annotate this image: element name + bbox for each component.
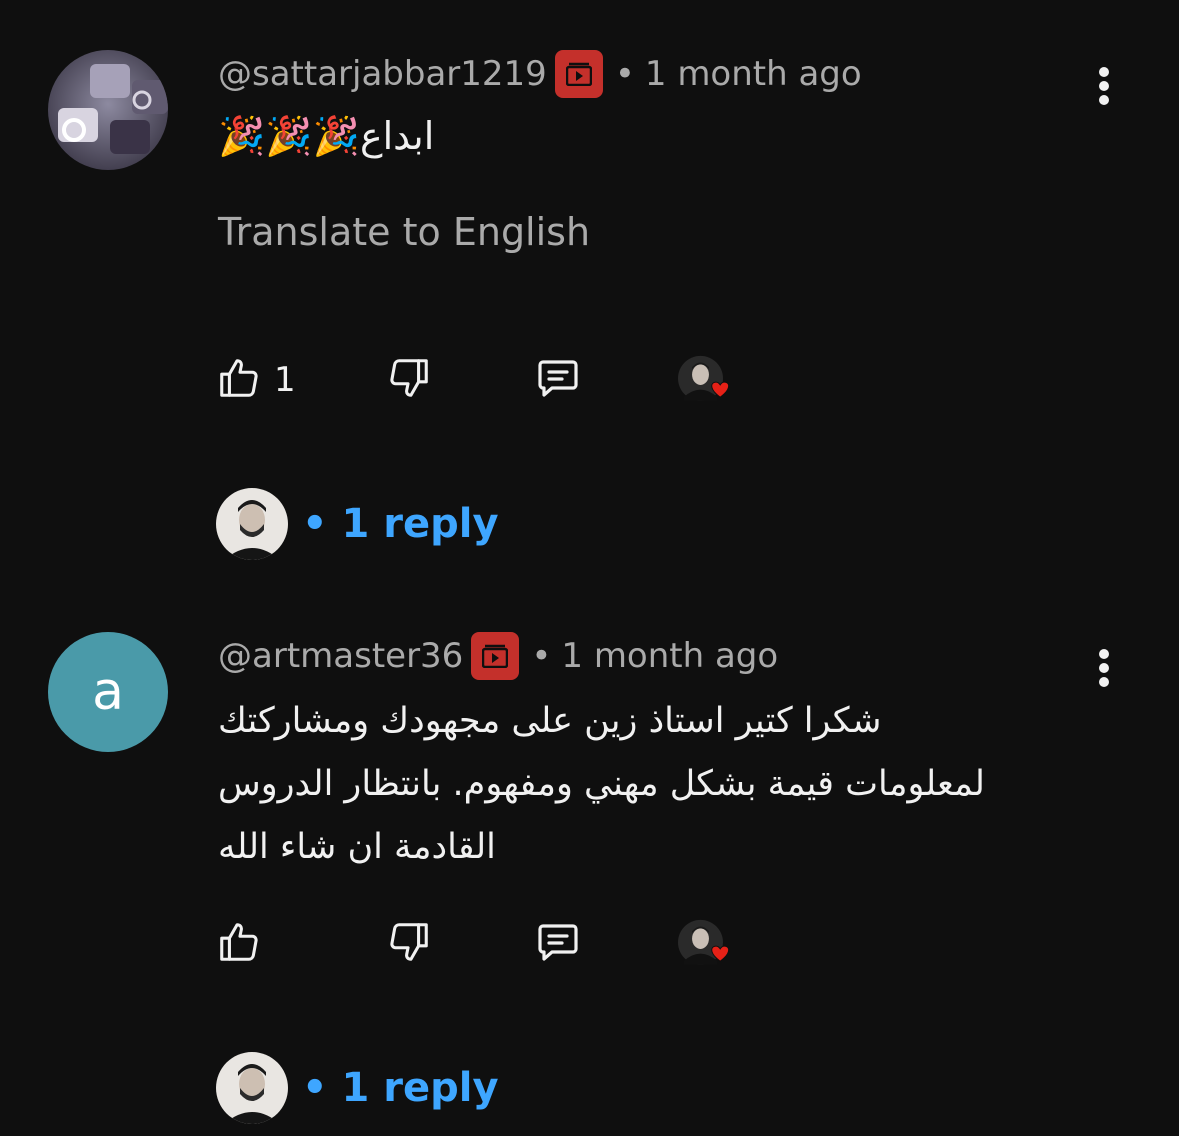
commenter-handle[interactable]: @sattarjabbar1219 <box>218 54 547 94</box>
comment-header: @sattarjabbar1219 • 1 month ago <box>218 50 862 98</box>
more-options-icon[interactable] <box>1088 644 1120 692</box>
comment-thread: @sattarjabbar1219 • 1 month ago ابداع🎉🎉🎉… <box>0 0 1179 600</box>
like-count: 1 <box>274 360 296 400</box>
creator-heart-badge <box>678 918 738 978</box>
comment-actions: 1 <box>216 352 776 408</box>
dislike-button[interactable] <box>386 352 432 408</box>
commenter-avatar[interactable]: a <box>48 632 168 752</box>
thumbs-down-icon <box>386 355 432 405</box>
reply-author-avatar <box>216 488 288 560</box>
creator-heart-badge <box>678 354 738 414</box>
reply-button[interactable] <box>534 352 582 408</box>
member-badge-icon <box>471 632 520 680</box>
comment-header: @artmaster36 • 1 month ago <box>218 632 778 680</box>
comment-timestamp[interactable]: 1 month ago <box>645 54 862 94</box>
commenter-handle[interactable]: @artmaster36 <box>218 636 463 676</box>
header-separator: • <box>614 54 635 94</box>
translate-link[interactable]: Translate to English <box>218 210 590 254</box>
reply-button[interactable] <box>534 916 582 972</box>
avatar-letter: a <box>92 662 124 722</box>
like-button[interactable] <box>216 916 262 972</box>
comment-actions <box>216 916 776 972</box>
view-replies-button[interactable]: • 1 reply <box>216 488 499 560</box>
dislike-button[interactable] <box>386 916 432 972</box>
comment-timestamp[interactable]: 1 month ago <box>561 636 778 676</box>
view-replies-button[interactable]: • 1 reply <box>216 1052 499 1124</box>
comment-text: شكرا كتير استاذ زين على مجهودك ومشاركتك … <box>218 701 985 867</box>
reply-author-avatar <box>216 1052 288 1124</box>
replies-count-link[interactable]: • 1 reply <box>302 501 499 547</box>
replies-count-link[interactable]: • 1 reply <box>302 1065 499 1111</box>
more-options-icon[interactable] <box>1088 62 1120 110</box>
comment-thread: a @artmaster36 • 1 month ago شكرا كتير ا… <box>0 600 1179 1136</box>
member-badge-icon <box>554 50 603 98</box>
comment-reply-icon <box>534 354 582 406</box>
thumbs-down-icon <box>386 919 432 969</box>
thumbs-up-icon <box>216 919 262 969</box>
header-separator: • <box>531 636 552 676</box>
thumbs-up-icon <box>216 355 262 405</box>
like-button[interactable]: 1 <box>216 352 296 408</box>
comment-text: ابداع🎉🎉🎉 <box>218 114 435 158</box>
comment-reply-icon <box>534 918 582 970</box>
commenter-avatar[interactable] <box>48 50 168 170</box>
